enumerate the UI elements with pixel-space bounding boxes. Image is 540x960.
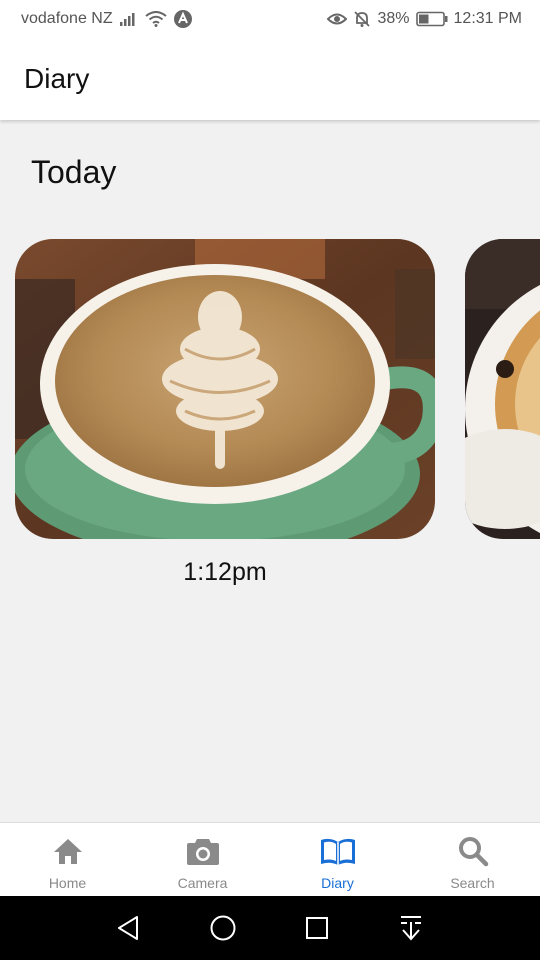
diary-entry-card[interactable] bbox=[465, 239, 540, 539]
app-bar: Diary bbox=[0, 38, 540, 120]
nav-camera-label: Camera bbox=[177, 875, 228, 891]
notifications-pull-icon[interactable] bbox=[364, 914, 458, 942]
nav-diary[interactable]: Diary bbox=[270, 823, 405, 897]
nav-home-label: Home bbox=[48, 875, 87, 891]
home-circle-icon[interactable] bbox=[176, 914, 270, 942]
nav-search-label: Search bbox=[450, 875, 495, 891]
nav-search[interactable]: Search bbox=[405, 823, 540, 897]
status-bar: vodafone NZ 38% 12:31 PM bbox=[0, 0, 540, 38]
book-open-icon bbox=[320, 833, 356, 869]
nav-home[interactable]: Home bbox=[0, 823, 135, 897]
page-title: Diary bbox=[24, 63, 90, 94]
entry-time: 1:12pm bbox=[183, 558, 267, 586]
diary-entry-card[interactable] bbox=[15, 239, 435, 539]
diary-entries-carousel[interactable] bbox=[0, 239, 540, 539]
clock: 12:31 PM bbox=[453, 10, 522, 27]
camera-icon bbox=[186, 833, 220, 869]
bottom-navigation: Home Camera Diary Search bbox=[0, 822, 540, 897]
app-notification-icon bbox=[173, 9, 193, 29]
eye-icon bbox=[327, 12, 348, 26]
pizza-photo bbox=[465, 239, 540, 539]
home-icon bbox=[52, 833, 84, 869]
nav-diary-label: Diary bbox=[321, 875, 354, 891]
battery-percent: 38% bbox=[377, 10, 410, 27]
system-navigation-bar bbox=[0, 896, 540, 960]
latte-art-photo bbox=[15, 239, 435, 539]
section-title-today: Today bbox=[31, 154, 117, 190]
battery-icon bbox=[415, 11, 448, 27]
bell-muted-icon bbox=[353, 10, 371, 28]
search-icon bbox=[457, 833, 489, 869]
recents-icon[interactable] bbox=[270, 915, 364, 941]
nav-camera[interactable]: Camera bbox=[135, 823, 270, 897]
wifi-icon bbox=[144, 11, 167, 27]
signal-icon bbox=[119, 12, 139, 26]
carrier-name: vodafone NZ bbox=[21, 10, 113, 27]
back-icon[interactable] bbox=[82, 915, 176, 941]
